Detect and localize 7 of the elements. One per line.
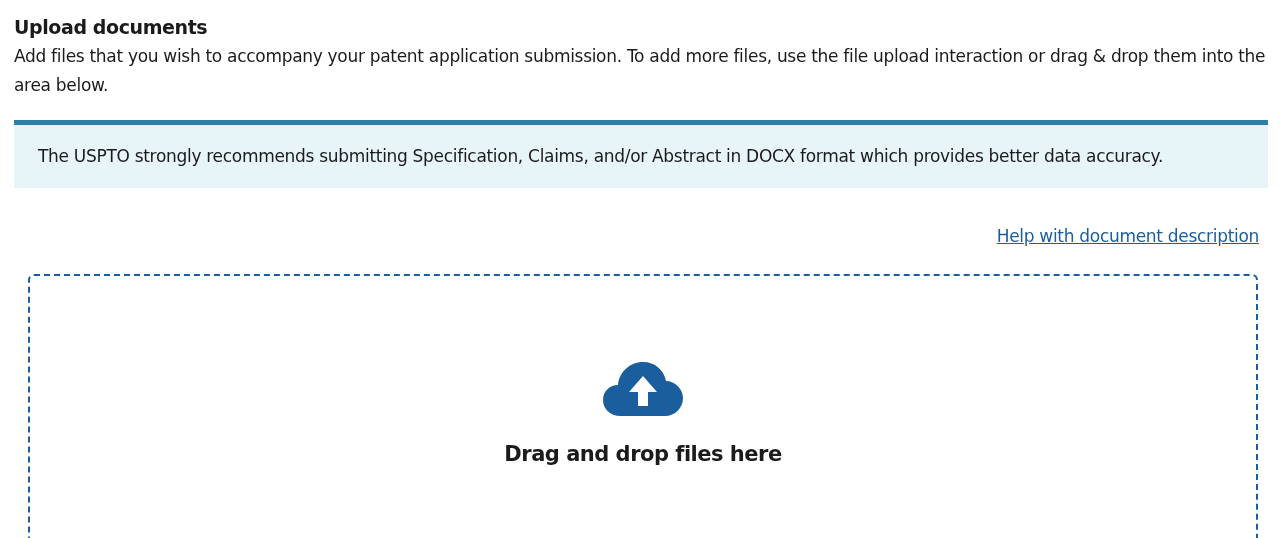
info-alert: The USPTO strongly recommends submitting Specification, Claims, and/or Abstract in DOCX format which provides better data accuracy. [14,120,1268,188]
section-heading: Upload documents [14,16,209,38]
description-text: Add files that you wish to accompany your patent application submission. To add more files, use the file upload interaction or drag & drop them into the area below. [14,45,1267,97]
dropzone-label: Drag and drop files here [504,442,782,466]
cloud-upload-icon [603,362,683,416]
dropzone[interactable]: Drag and drop files here [28,274,1258,538]
help-link[interactable]: Help with document description [996,226,1259,246]
